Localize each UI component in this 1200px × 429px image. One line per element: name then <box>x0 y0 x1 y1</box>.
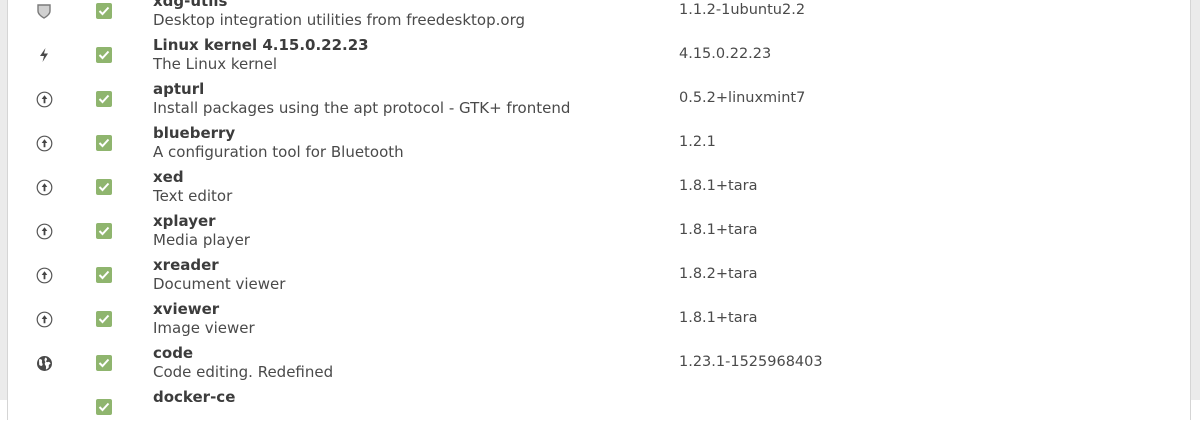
update-checkbox[interactable] <box>96 135 112 151</box>
package-name: apturl <box>153 80 205 98</box>
package-version: 0.5.2+linuxmint7 <box>679 90 806 106</box>
package-version: 1.8.1+tara <box>679 222 758 238</box>
package-version: 1.8.1+tara <box>679 178 758 194</box>
table-row[interactable]: docker-ce <box>8 385 1190 429</box>
package-version: 4.15.0.22.23 <box>679 46 772 62</box>
shield-icon <box>35 2 53 20</box>
table-row[interactable]: xed Text editor 1.8.1+tara <box>8 165 1190 209</box>
update-checkbox[interactable] <box>96 267 112 283</box>
table-row[interactable]: xreader Document viewer 1.8.2+tara <box>8 253 1190 297</box>
update-checkbox[interactable] <box>96 223 112 239</box>
package-version: 1.1.2-1ubuntu2.2 <box>679 2 806 18</box>
upgrade-arrow-icon <box>35 222 53 240</box>
package-description: The Linux kernel <box>153 55 278 73</box>
update-checkbox[interactable] <box>96 311 112 327</box>
package-description: Document viewer <box>153 275 286 293</box>
package-name: blueberry <box>153 124 236 142</box>
table-row[interactable]: code Code editing. Redefined 1.23.1-1525… <box>8 341 1190 385</box>
update-checkbox[interactable] <box>96 399 112 415</box>
upgrade-arrow-icon <box>35 310 53 328</box>
update-checkbox[interactable] <box>96 91 112 107</box>
package-name: code <box>153 344 194 362</box>
package-name: xdg-utils <box>153 0 228 10</box>
upgrade-arrow-icon <box>35 90 53 108</box>
upgrade-arrow-icon <box>35 178 53 196</box>
package-description: Image viewer <box>153 319 255 337</box>
package-description: Install packages using the apt protocol … <box>153 99 571 117</box>
package-description: A configuration tool for Bluetooth <box>153 143 404 161</box>
update-manager-window: xdg-utils Desktop integration utilities … <box>0 0 1200 420</box>
package-description: Desktop integration utilities from freed… <box>153 11 525 29</box>
update-checkbox[interactable] <box>96 47 112 63</box>
package-version: 1.23.1-1525968403 <box>679 354 823 370</box>
package-name: docker-ce <box>153 388 236 406</box>
package-description: Code editing. Redefined <box>153 363 334 381</box>
package-version: 1.8.2+tara <box>679 266 758 282</box>
lightning-icon <box>35 46 53 64</box>
table-row[interactable]: xdg-utils Desktop integration utilities … <box>8 0 1190 33</box>
upgrade-arrow-icon <box>35 134 53 152</box>
table-row[interactable]: apturl Install packages using the apt pr… <box>8 77 1190 121</box>
package-name: xed <box>153 168 184 186</box>
package-version: 1.2.1 <box>679 134 716 150</box>
table-row[interactable]: xviewer Image viewer 1.8.1+tara <box>8 297 1190 341</box>
update-checkbox[interactable] <box>96 355 112 371</box>
package-description: Media player <box>153 231 250 249</box>
package-name: xviewer <box>153 300 220 318</box>
package-name: Linux kernel 4.15.0.22.23 <box>153 36 369 54</box>
updates-list[interactable]: xdg-utils Desktop integration utilities … <box>7 0 1191 420</box>
package-name: xplayer <box>153 212 216 230</box>
update-checkbox[interactable] <box>96 3 112 19</box>
package-description: Text editor <box>153 187 233 205</box>
table-row[interactable]: blueberry A configuration tool for Bluet… <box>8 121 1190 165</box>
package-name: xreader <box>153 256 219 274</box>
upgrade-arrow-icon <box>35 266 53 284</box>
globe-icon <box>35 354 53 372</box>
table-row[interactable]: xplayer Media player 1.8.1+tara <box>8 209 1190 253</box>
update-checkbox[interactable] <box>96 179 112 195</box>
package-version: 1.8.1+tara <box>679 310 758 326</box>
table-row[interactable]: Linux kernel 4.15.0.22.23 The Linux kern… <box>8 33 1190 77</box>
